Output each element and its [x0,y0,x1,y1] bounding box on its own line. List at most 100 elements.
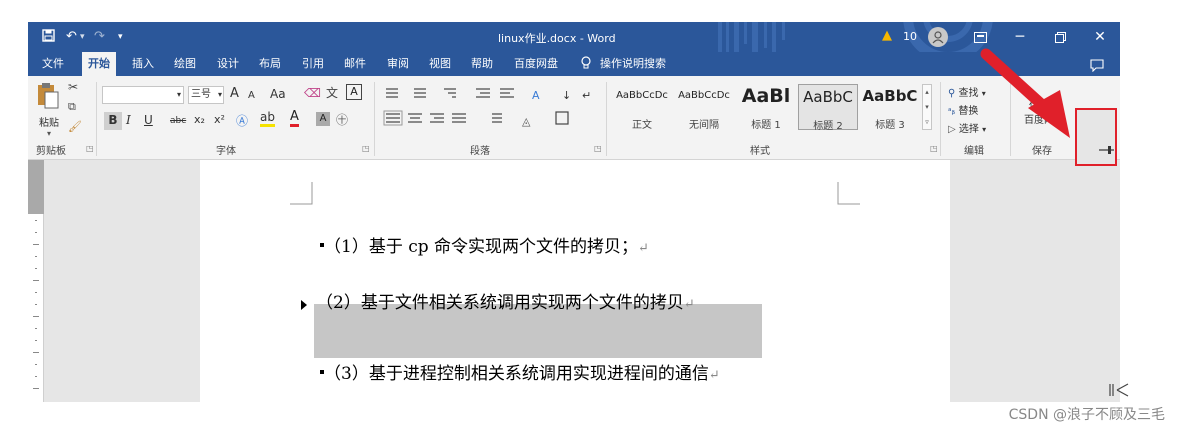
style-no-spacing[interactable]: AaBbCcDc 无间隔 [674,84,734,131]
character-border-icon[interactable]: A [346,84,362,100]
font-group-label: 字体 [216,146,236,157]
clipboard-launcher-icon[interactable]: ◳ [86,144,94,153]
document-line-3[interactable]: （3）基于进程控制相关系统调用实现进程间的通信↵ [324,359,720,384]
copy-icon[interactable]: ⧉ [68,100,76,114]
divider [374,82,375,156]
style-name: 标题 3 [875,120,905,131]
style-sample: AaBl [741,85,791,107]
tab-draw[interactable]: 绘图 [168,52,202,76]
tab-design[interactable]: 设计 [211,52,245,76]
style-heading-1[interactable]: AaBl 标题 1 [736,84,796,131]
cursor-icon: ▷ [948,124,956,135]
paragraph-launcher-icon[interactable]: ◳ [594,144,602,153]
divider [940,82,941,156]
style-sample: AaBbCcDc [616,90,668,101]
paste-button[interactable]: 粘贴 ▾ [36,82,62,138]
customize-toolbar-icon[interactable]: ▾ [118,32,123,42]
shrink-font-button[interactable]: A [248,88,255,104]
search-icon: ⚲ [948,88,956,99]
tab-mailings[interactable]: 邮件 [338,52,372,76]
highlight-icon[interactable]: ab [260,110,275,127]
warning-icon[interactable]: ▲ [882,28,892,43]
style-sample: AaBbCcDc [678,90,730,101]
style-name: 无间隔 [689,120,719,131]
vertical-ruler[interactable] [28,160,44,402]
svg-text:◬: ◬ [522,115,531,128]
lightbulb-icon [580,56,592,73]
tab-insert[interactable]: 插入 [126,52,160,76]
tell-me-search[interactable]: 操作说明搜索 [594,52,672,76]
document-line-1[interactable]: （1）基于 cp 命令实现两个文件的拷贝；↵ [324,232,649,257]
line-text: （3）基于进程控制相关系统调用实现进程间的通信 [324,364,709,384]
subscript-button[interactable]: x₂ [194,112,205,128]
paste-icon [38,83,59,109]
tab-baidu-netdisk[interactable]: 百度网盘 [508,52,564,76]
paragraph-group-label: 段落 [470,146,490,157]
chevron-down-icon: ▾ [217,90,222,99]
tab-review[interactable]: 审阅 [381,52,415,76]
document-line-2[interactable]: （2）基于文件相关系统调用实现两个文件的拷贝↵ [316,288,695,313]
pin-ribbon-icon[interactable] [1099,144,1115,156]
style-name: 正文 [632,120,652,131]
document-area: （1）基于 cp 命令实现两个文件的拷贝；↵ （2）基于文件相关系统调用实现两个… [28,160,1120,402]
tab-layout[interactable]: 布局 [253,52,287,76]
enclose-characters-icon[interactable]: ㊉ [336,111,348,128]
tab-home[interactable]: 开始 [82,52,116,76]
italic-button[interactable]: I [126,112,131,128]
format-painter-icon[interactable]: 🖌 [68,120,82,133]
paragraph-mark: ↵ [708,368,720,383]
cut-icon[interactable]: ✂ [68,80,78,94]
document-page[interactable]: （1）基于 cp 命令实现两个文件的拷贝；↵ （2）基于文件相关系统调用实现两个… [200,160,950,402]
margin-corner-icon [290,182,313,205]
style-heading-2[interactable]: AaBbC 标题 2 [798,84,858,132]
account-avatar-icon[interactable] [928,27,948,47]
font-launcher-icon[interactable]: ◳ [362,144,370,153]
close-icon[interactable]: ✕ [1080,22,1120,52]
superscript-button[interactable]: x² [214,112,225,128]
styles-launcher-icon[interactable]: ◳ [930,144,938,153]
grow-font-button[interactable]: A [230,86,239,102]
save-icon[interactable] [42,29,55,46]
bold-button[interactable]: B [104,112,122,130]
strikethrough-button[interactable]: abc [170,113,186,129]
move-paragraph-handle-icon[interactable] [300,298,310,312]
font-name-combo[interactable]: ▾ [102,86,184,104]
font-size-combo[interactable]: 三号 ▾ [188,86,224,104]
tab-file[interactable]: 文件 [36,52,70,76]
paste-label: 粘贴 [39,118,59,129]
clear-format-icon[interactable]: ⌫ [304,86,321,100]
undo-icon[interactable]: ↶ [66,29,77,44]
phonetic-guide-icon[interactable]: 文 [326,84,338,101]
styles-group-label: 样式 [750,146,770,157]
font-color-icon[interactable]: A [290,110,299,127]
tab-references[interactable]: 引用 [296,52,330,76]
divider [606,82,607,156]
underline-button[interactable]: U [144,112,153,128]
word-window: ↶ ▾ ↷ ▾ linux作业.docx - Word ▲ 10 ─ ✕ 文件 … [28,22,1120,402]
text-effects-icon[interactable]: Ⓐ [236,112,248,129]
character-shading-icon[interactable]: A [316,112,330,126]
style-normal[interactable]: AaBbCcDc 正文 [612,84,672,131]
redo-icon[interactable]: ↷ [94,29,105,44]
paragraph-tools-icon: A ↓ ↵ ◬ [383,88,591,128]
line-text: （1）基于 cp 命令实现两个文件的拷贝； [324,237,639,257]
watermark: CSDN @浪子不顾及三毛 [1008,407,1165,423]
style-name: 标题 1 [751,120,781,131]
tab-view[interactable]: 视图 [423,52,457,76]
tab-help[interactable]: 帮助 [465,52,499,76]
undo-dropdown-icon[interactable]: ▾ [80,32,85,42]
cursor-mark-icon [1109,383,1129,397]
styles-scroll[interactable]: ▴ ▾ ▿ [922,84,932,130]
style-heading-3[interactable]: AaBbC 标题 3 [860,84,920,131]
paste-dropdown-icon[interactable]: ▾ [36,129,62,138]
svg-text:↵: ↵ [582,89,591,102]
change-case-button[interactable]: Aa [270,86,286,102]
comments-icon[interactable] [1090,57,1104,76]
ruler-ticks-icon [33,220,39,389]
annotation-arrow-icon [980,48,1070,138]
ribbon-home: 粘贴 ▾ ✂ ⧉ 🖌 剪贴板 ◳ ▾ 三号 ▾ A A Aa ⌫ 文 A B I … [28,76,1120,160]
ribbon-tabs: 文件 开始 插入 绘图 设计 布局 引用 邮件 审阅 视图 帮助 百度网盘 操作… [28,52,1120,76]
margin-corner-icon [837,182,860,205]
clipboard-group-label: 剪贴板 [36,146,66,157]
style-sample: AaBbC [862,87,918,105]
